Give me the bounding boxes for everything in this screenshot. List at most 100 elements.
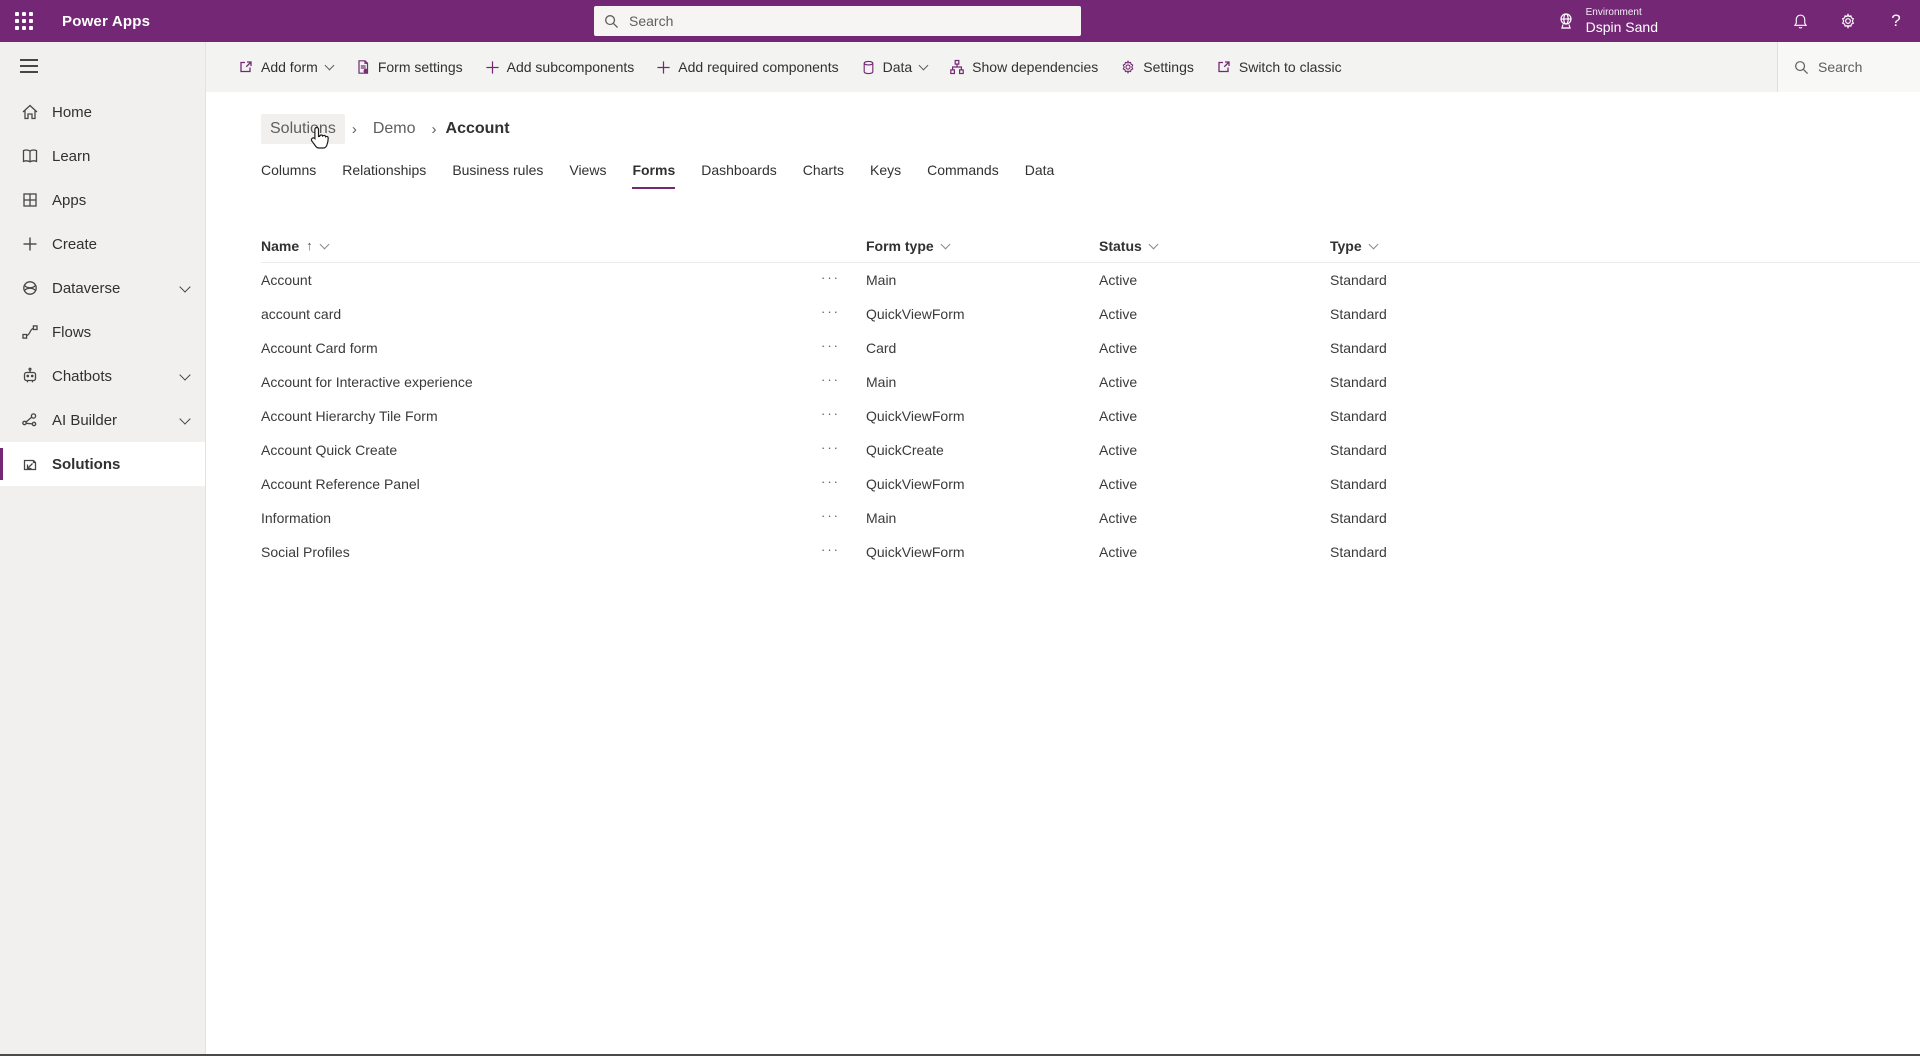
data-menu-button[interactable]: Data [861,59,928,75]
cell-type: Standard [1330,272,1920,288]
main-area: Add form Form settings Add subcomponents… [206,42,1920,1054]
add-form-icon [238,59,254,75]
sidebar-item-label: Chatbots [52,368,112,385]
toolbar-search-box[interactable]: Search [1777,42,1920,92]
entity-tab[interactable]: Charts [803,156,844,189]
environment-name: Dspin Sand [1586,19,1658,35]
cell-status: Active [1099,510,1330,526]
cell-form-type: QuickViewForm [866,408,1099,424]
learn-icon [20,146,40,166]
sidebar-item-home[interactable]: Home [0,90,205,134]
settings-button-topbar[interactable] [1824,0,1872,42]
table-row[interactable]: Account Hierarchy Tile Form ··· QuickVie… [261,399,1920,433]
cell-form-type: QuickCreate [866,442,1099,458]
row-more-button[interactable]: ··· [821,542,866,563]
sidebar-item-ai-builder[interactable]: AI Builder [0,398,205,442]
chevron-down-icon [319,239,329,249]
sidebar-item-learn[interactable]: Learn [0,134,205,178]
flows-icon [20,322,40,342]
sidebar-item-create[interactable]: Create [0,222,205,266]
breadcrumb-separator: › [352,121,357,138]
notifications-button[interactable] [1776,0,1824,42]
sidebar-item-label: Apps [52,192,86,209]
help-icon: ? [1891,11,1900,31]
entity-tab[interactable]: Relationships [342,156,426,189]
row-more-button[interactable]: ··· [821,304,866,325]
sidebar-item-solutions[interactable]: Solutions [0,442,205,486]
collapse-nav-button[interactable] [0,42,205,90]
row-more-button[interactable]: ··· [821,474,866,495]
table-row[interactable]: Information ··· Main Active Standard [261,501,1920,535]
global-search-box[interactable] [594,6,1081,36]
cell-type: Standard [1330,340,1920,356]
cell-form-name[interactable]: Information [261,510,821,526]
add-required-components-button[interactable]: Add required components [656,59,838,75]
bell-icon [1792,13,1809,30]
switch-to-classic-button[interactable]: Switch to classic [1216,59,1342,75]
breadcrumb-demo[interactable]: Demo [364,114,425,144]
entity-tab[interactable]: Commands [927,156,999,189]
settings-button[interactable]: Settings [1120,59,1194,75]
cell-form-name[interactable]: Account Quick Create [261,442,821,458]
entity-tab[interactable]: Business rules [452,156,543,189]
sidebar-item-flows[interactable]: Flows [0,310,205,354]
cell-form-name[interactable]: Account Card form [261,340,821,356]
environment-picker[interactable]: Environment Dspin Sand [1556,7,1658,35]
app-launcher-button[interactable] [0,0,48,42]
row-more-button[interactable]: ··· [821,372,866,393]
column-header-type[interactable]: Type [1330,238,1920,254]
row-more-button[interactable]: ··· [821,270,866,291]
table-row[interactable]: Social Profiles ··· QuickViewForm Active… [261,535,1920,569]
sidebar-item-chatbots[interactable]: Chatbots [0,354,205,398]
column-header-status[interactable]: Status [1099,238,1330,254]
chevron-down-icon [179,413,190,424]
cell-type: Standard [1330,476,1920,492]
entity-tab[interactable]: Dashboards [701,156,777,189]
cell-form-name[interactable]: Account Hierarchy Tile Form [261,408,821,424]
table-row[interactable]: Account ··· Main Active Standard [261,263,1920,297]
sidebar: Home Learn Apps Create Dataverse Flows C… [0,42,206,1054]
cell-type: Standard [1330,544,1920,560]
row-more-button[interactable]: ··· [821,508,866,529]
table-row[interactable]: account card ··· QuickViewForm Active St… [261,297,1920,331]
row-more-button[interactable]: ··· [821,440,866,461]
show-dependencies-button[interactable]: Show dependencies [949,59,1098,75]
cell-form-type: Main [866,510,1099,526]
cell-form-name[interactable]: Account for Interactive experience [261,374,821,390]
column-header-form-type[interactable]: Form type [866,238,1099,254]
cell-form-name[interactable]: account card [261,306,821,322]
add-subcomponents-button[interactable]: Add subcomponents [485,59,635,75]
hamburger-icon [20,55,38,77]
table-row[interactable]: Account Reference Panel ··· QuickViewFor… [261,467,1920,501]
entity-tab[interactable]: Keys [870,156,901,189]
add-form-button[interactable]: Add form [238,59,333,75]
table-row[interactable]: Account for Interactive experience ··· M… [261,365,1920,399]
breadcrumb-solutions[interactable]: Solutions [261,114,345,144]
help-button[interactable]: ? [1872,0,1920,42]
table-row[interactable]: Account Quick Create ··· QuickCreate Act… [261,433,1920,467]
global-search-input[interactable] [629,13,1071,29]
cell-status: Active [1099,306,1330,322]
row-more-button[interactable]: ··· [821,338,866,359]
cell-form-type: Main [866,272,1099,288]
cell-form-type: QuickViewForm [866,544,1099,560]
gear-icon [1839,12,1857,30]
row-more-button[interactable]: ··· [821,406,866,427]
entity-tab[interactable]: Columns [261,156,316,189]
column-header-name[interactable]: Name ↑ [261,238,821,254]
sidebar-item-apps[interactable]: Apps [0,178,205,222]
table-body: Account ··· Main Active Standard account… [261,263,1920,569]
table-row[interactable]: Account Card form ··· Card Active Standa… [261,331,1920,365]
entity-tab[interactable]: Forms [632,156,675,189]
cell-form-name[interactable]: Account [261,272,821,288]
form-settings-button[interactable]: Form settings [355,59,463,75]
entity-tab[interactable]: Views [569,156,606,189]
cell-status: Active [1099,272,1330,288]
sidebar-item-dataverse[interactable]: Dataverse [0,266,205,310]
cell-status: Active [1099,408,1330,424]
environment-label: Environment [1586,7,1658,19]
cell-form-name[interactable]: Social Profiles [261,544,821,560]
cell-type: Standard [1330,374,1920,390]
entity-tab[interactable]: Data [1025,156,1055,189]
cell-form-name[interactable]: Account Reference Panel [261,476,821,492]
